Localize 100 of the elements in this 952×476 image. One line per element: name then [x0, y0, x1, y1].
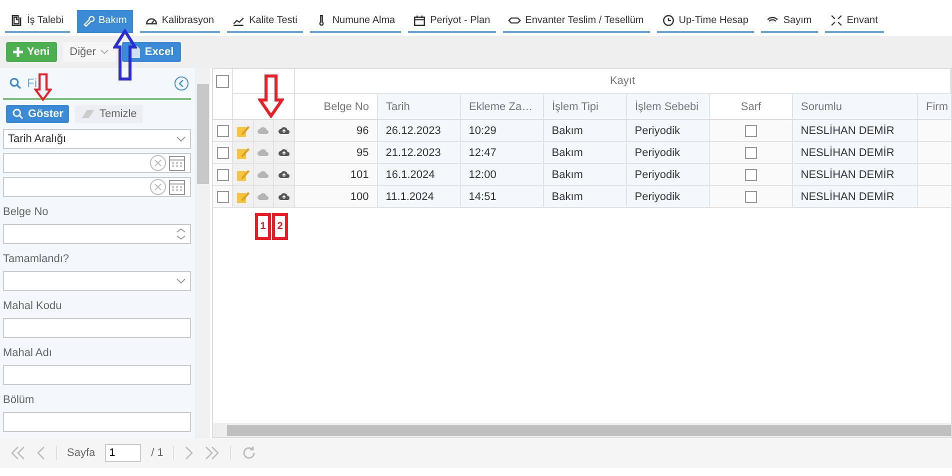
- table-cell: 12:00: [460, 164, 544, 185]
- table-cell: Bakım: [544, 120, 627, 141]
- page-label: Sayfa: [67, 447, 96, 459]
- search-icon: [12, 108, 24, 120]
- refresh-icon[interactable]: [241, 445, 258, 461]
- cloud-icon[interactable]: [257, 148, 270, 157]
- chevron-down-icon: [176, 278, 186, 284]
- cloud-upload-icon[interactable]: [278, 126, 290, 135]
- cloud-upload-icon[interactable]: [278, 192, 290, 201]
- nav-tab[interactable]: Kalibrasyon: [140, 10, 220, 33]
- excel-button[interactable]: Excel: [122, 42, 181, 62]
- field-label: Mahal Adı: [3, 347, 53, 359]
- column-header[interactable]: Tarih: [378, 94, 461, 119]
- column-header[interactable]: Firm: [918, 94, 951, 119]
- text-field[interactable]: [3, 365, 192, 385]
- table-cell: Bakım: [544, 164, 627, 185]
- nav-icon: [82, 14, 95, 27]
- cloud-upload-icon[interactable]: [278, 148, 290, 157]
- table-cell: NESLİHAN DEMİR: [792, 186, 918, 207]
- nav-icon: [662, 14, 675, 27]
- table-cell: Periyodik: [626, 142, 710, 163]
- sarf-checkbox[interactable]: [744, 190, 757, 202]
- table-cell: 26.12.2023: [378, 120, 461, 141]
- edit-icon[interactable]: [236, 124, 250, 138]
- chevron-down-icon: [100, 49, 109, 55]
- table-cell: 21.12.2023: [378, 142, 461, 163]
- date-field[interactable]: [3, 177, 192, 197]
- clear-button[interactable]: Temizle: [75, 105, 143, 123]
- nav-icon: [413, 14, 426, 27]
- scrollbar[interactable]: [213, 423, 951, 437]
- column-header[interactable]: Sorumlu: [793, 94, 918, 119]
- table-cell: 10:29: [460, 120, 544, 141]
- nav-tab[interactable]: Bakım: [76, 10, 133, 33]
- clear-icon[interactable]: [149, 154, 168, 172]
- edit-icon[interactable]: [236, 190, 250, 204]
- select-field[interactable]: [3, 271, 192, 291]
- nav-tab[interactable]: Envanter Teslim / Tesellüm: [503, 10, 650, 33]
- calendar-icon[interactable]: [168, 178, 186, 196]
- table-cell: Periyodik: [626, 120, 710, 141]
- field-label: Mahal Kodu: [3, 300, 63, 312]
- table-cell: Bakım: [544, 142, 627, 163]
- table-cell: 14:51: [460, 186, 544, 207]
- column-header[interactable]: Ekleme Za…: [461, 94, 544, 119]
- nav-tab[interactable]: Up-Time Hesap: [656, 10, 754, 33]
- row-checkbox[interactable]: [216, 168, 228, 180]
- spinner-icon[interactable]: [176, 227, 186, 241]
- table-cell: 11.1.2024: [378, 186, 461, 207]
- show-button[interactable]: Göster: [6, 105, 70, 123]
- next-page-icon[interactable]: [184, 445, 194, 461]
- table-cell: NESLİHAN DEMİR: [792, 142, 918, 163]
- field-label: Belge No: [3, 206, 50, 218]
- text-field[interactable]: [3, 412, 192, 432]
- nav-tab[interactable]: Numune Alma: [310, 10, 402, 33]
- column-header[interactable]: İşlem Sebebi: [627, 94, 710, 119]
- edit-icon[interactable]: [236, 146, 250, 160]
- scrollbar[interactable]: [195, 68, 210, 438]
- edit-icon[interactable]: [236, 168, 250, 182]
- chevron-down-icon: [176, 136, 186, 142]
- sarf-checkbox[interactable]: [744, 124, 757, 136]
- table-cell: 12:47: [460, 142, 544, 163]
- nav-tab[interactable]: Kalite Testi: [227, 10, 304, 33]
- sarf-checkbox[interactable]: [744, 168, 757, 180]
- previous-page-icon[interactable]: [36, 445, 46, 461]
- cloud-icon[interactable]: [257, 126, 270, 135]
- field-label: Bölüm: [3, 394, 36, 406]
- eraser-icon: [81, 109, 96, 119]
- number-annotation: 1: [255, 213, 271, 240]
- table-cell: 16.1.2024: [378, 164, 461, 185]
- new-button[interactable]: Yeni: [6, 42, 57, 62]
- cloud-upload-icon[interactable]: [278, 170, 290, 179]
- text-field[interactable]: [3, 318, 192, 338]
- cloud-icon[interactable]: [257, 170, 270, 179]
- number-field[interactable]: [3, 224, 192, 244]
- sarf-checkbox[interactable]: [744, 146, 757, 158]
- nav-tab[interactable]: İş Talebi: [5, 10, 70, 33]
- cloud-icon[interactable]: [257, 192, 270, 201]
- page-input[interactable]: 1: [105, 444, 142, 462]
- more-dropdown[interactable]: Diğer: [62, 42, 116, 62]
- table-cell: NESLİHAN DEMİR: [792, 164, 918, 185]
- select-field[interactable]: Tarih Aralığı: [3, 129, 192, 149]
- page-total: / 1: [151, 447, 164, 459]
- nav-tab[interactable]: Sayım: [761, 10, 818, 33]
- filter-title: Fi: [27, 76, 38, 90]
- date-field[interactable]: [3, 153, 192, 173]
- calendar-icon[interactable]: [168, 154, 186, 172]
- row-checkbox[interactable]: [216, 190, 228, 202]
- nav-icon: [10, 14, 23, 27]
- column-header[interactable]: İşlem Tipi: [544, 94, 627, 119]
- last-page-icon[interactable]: [204, 445, 220, 461]
- nav-tab[interactable]: Periyot - Plan: [408, 10, 496, 33]
- collapse-icon[interactable]: [174, 76, 190, 90]
- field-label: Tamamlandı?: [3, 253, 70, 265]
- clear-icon[interactable]: [149, 178, 168, 196]
- select-all-checkbox[interactable]: [216, 75, 229, 88]
- first-page-icon[interactable]: [10, 445, 26, 461]
- row-checkbox[interactable]: [216, 124, 228, 136]
- table-cell: Periyodik: [626, 164, 710, 185]
- nav-tab[interactable]: Envant: [824, 10, 884, 33]
- plus-icon: [13, 47, 23, 57]
- row-checkbox[interactable]: [216, 146, 228, 158]
